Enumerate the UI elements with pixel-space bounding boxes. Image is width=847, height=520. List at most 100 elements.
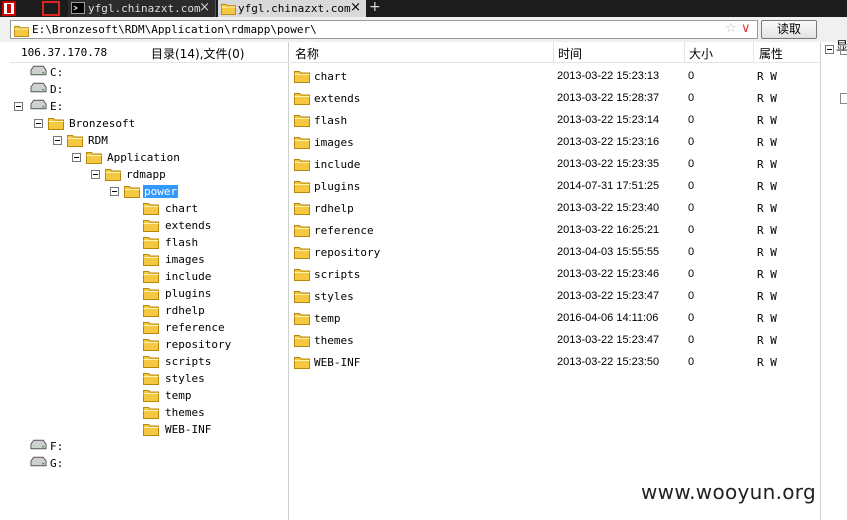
file-row[interactable]: styles 2013-03-22 15:23:47 0 R W (290, 285, 820, 307)
folder-icon (294, 289, 310, 303)
folder-icon (294, 69, 310, 83)
file-time: 2013-03-22 15:23:14 (557, 114, 660, 126)
file-size: 0 (688, 268, 695, 280)
folder-icon (143, 354, 159, 368)
collapse-icon[interactable] (91, 170, 100, 179)
tree-label: reference (165, 321, 225, 334)
collapse-icon[interactable] (34, 119, 43, 128)
folder-open-icon (124, 184, 140, 198)
file-row[interactable]: WEB-INF 2013-03-22 15:23:50 0 R W (290, 351, 820, 373)
column-header-size[interactable]: 大小 (689, 45, 713, 62)
column-header-time[interactable]: 时间 (558, 45, 582, 62)
file-row[interactable]: chart 2013-03-22 15:23:13 0 R W (290, 65, 820, 87)
tree-label: temp (165, 389, 192, 402)
file-row[interactable]: temp 2016-04-06 14:11:06 0 R W (290, 307, 820, 329)
file-time: 2013-03-22 15:23:13 (557, 70, 660, 82)
collapse-icon[interactable] (72, 153, 81, 162)
column-header-attr[interactable]: 属性 (759, 45, 783, 62)
power-button-icon[interactable] (42, 1, 60, 16)
tree-label: scripts (165, 355, 212, 368)
star-icon[interactable]: ☆ (725, 21, 737, 36)
folder-icon (143, 388, 159, 402)
folder-icon (294, 201, 310, 215)
tree-label: D: (50, 83, 64, 96)
file-size: 0 (688, 70, 695, 82)
folder-icon (294, 223, 310, 237)
file-row[interactable]: plugins 2014-07-31 17:51:25 0 R W (290, 175, 820, 197)
tree-label: C: (50, 66, 64, 79)
close-icon[interactable]: × (350, 0, 361, 15)
file-name: WEB-INF (314, 356, 361, 369)
file-name: chart (314, 70, 348, 83)
folder-icon (143, 235, 159, 249)
file-time: 2013-03-22 16:25:21 (557, 224, 660, 236)
column-divider[interactable] (684, 42, 685, 63)
file-list-panel: 名称 时间 大小 属性 chart 2013-03-22 15:23:13 0 R W… (290, 42, 820, 520)
close-icon[interactable]: × (199, 0, 210, 15)
file-size: 0 (688, 180, 695, 192)
column-header-name[interactable]: 名称 (295, 45, 319, 62)
path-text: E:\Bronzesoft\RDM\Application\rdmapp\pow… (32, 23, 317, 36)
file-name: rdhelp (314, 202, 354, 215)
column-divider[interactable] (753, 42, 754, 63)
file-row[interactable]: repository 2013-04-03 15:55:55 0 R W (290, 241, 820, 263)
panel-divider[interactable] (820, 42, 821, 520)
file-attr: R W (757, 356, 777, 369)
drive-icon (30, 439, 47, 451)
file-attr: R W (757, 202, 777, 215)
tree-label: Bronzesoft (69, 117, 136, 130)
tree-label: styles (165, 372, 205, 385)
address-bar: E:\Bronzesoft\RDM\Application\rdmapp\pow… (0, 17, 847, 53)
file-name: styles (314, 290, 354, 303)
collapse-icon[interactable] (53, 136, 62, 145)
file-row[interactable]: themes 2013-03-22 15:23:47 0 R W (290, 329, 820, 351)
folder-icon (143, 286, 159, 300)
folder-icon (143, 422, 159, 436)
collapse-icon[interactable] (825, 45, 834, 54)
folder-icon (143, 201, 159, 215)
file-row[interactable]: include 2013-03-22 15:23:35 0 R W (290, 153, 820, 175)
new-tab-button[interactable]: + (369, 0, 381, 15)
file-attr: R W (757, 334, 777, 347)
file-attr: R W (757, 136, 777, 149)
file-size: 0 (688, 334, 695, 346)
terminal-icon (71, 2, 85, 14)
file-time: 2013-03-22 15:23:50 (557, 356, 660, 368)
file-size: 0 (688, 290, 695, 302)
file-row[interactable]: rdhelp 2013-03-22 15:23:40 0 R W (290, 197, 820, 219)
app-menu-icon[interactable] (2, 1, 16, 16)
file-row[interactable]: flash 2013-03-22 15:23:14 0 R W (290, 109, 820, 131)
folder-icon (143, 218, 159, 232)
folder-icon (143, 303, 159, 317)
file-attr: R W (757, 246, 777, 259)
path-input[interactable]: E:\Bronzesoft\RDM\Application\rdmapp\pow… (10, 20, 758, 39)
collapse-icon[interactable] (14, 102, 23, 111)
folder-icon (143, 269, 159, 283)
folder-icon (294, 355, 310, 369)
chevron-down-icon[interactable]: ∨ (741, 21, 751, 36)
folder-icon (143, 320, 159, 334)
tab-file-manager[interactable]: yfgl.chinazxt.com × (218, 0, 366, 17)
folder-icon (294, 245, 310, 259)
file-row[interactable]: extends 2013-03-22 15:28:37 0 R W (290, 87, 820, 109)
collapse-icon[interactable] (110, 187, 119, 196)
file-time: 2013-04-03 15:55:55 (557, 246, 660, 258)
folder-icon (294, 113, 310, 127)
folder-icon (294, 311, 310, 325)
file-row[interactable]: images 2013-03-22 15:23:16 0 R W (290, 131, 820, 153)
tree-label: themes (165, 406, 205, 419)
file-row[interactable]: reference 2013-03-22 16:25:21 0 R W (290, 219, 820, 241)
panel-icon (840, 93, 847, 104)
column-divider[interactable] (553, 42, 554, 63)
folder-icon (294, 135, 310, 149)
file-time: 2013-03-22 15:23:40 (557, 202, 660, 214)
file-row[interactable]: scripts 2013-03-22 15:23:46 0 R W (290, 263, 820, 285)
file-name: include (314, 158, 361, 171)
folder-icon (67, 133, 83, 147)
read-button[interactable]: 读取 (761, 20, 817, 39)
folder-icon (294, 91, 310, 105)
tab-terminal[interactable]: yfgl.chinazxt.com × (68, 0, 216, 17)
tab-bar: yfgl.chinazxt.com × yfgl.chinazxt.com × … (0, 0, 847, 17)
folder-icon (294, 157, 310, 171)
file-time: 2013-03-22 15:23:16 (557, 136, 660, 148)
